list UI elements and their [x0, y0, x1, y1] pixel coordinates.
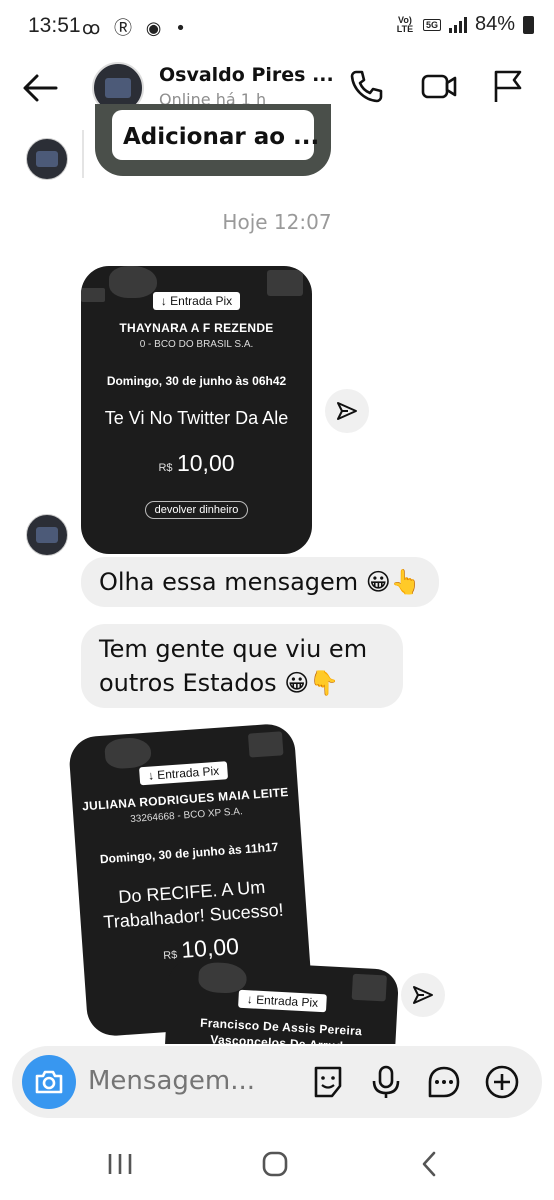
send-icon — [337, 402, 357, 420]
sticker-icon[interactable] — [310, 1064, 346, 1100]
payer-name: THAYNARA A F REZENDE — [119, 321, 274, 335]
video-call-icon[interactable] — [421, 68, 457, 104]
recent-apps-icon[interactable] — [98, 1146, 142, 1182]
camera-icon — [35, 1070, 63, 1094]
message-bubble[interactable]: Olha essa mensagem 😀👆 — [81, 557, 439, 607]
payer-bank: 0 - BCO DO BRASIL S.A. — [139, 339, 254, 350]
battery-percent: 84% — [474, 13, 515, 35]
sender-avatar[interactable] — [26, 514, 68, 556]
home-icon[interactable] — [253, 1146, 297, 1182]
flag-icon[interactable] — [490, 68, 526, 104]
message-bubble[interactable]: Tem gente que viu em outros Estados 😀👇 — [81, 624, 403, 708]
date-separator: Hoje 12:07 — [222, 210, 332, 234]
phone-icon[interactable] — [348, 68, 384, 104]
network-5g-icon: 5G — [422, 18, 441, 31]
share-button[interactable] — [325, 389, 369, 433]
pix-tag: ↓ Entrada Pix — [238, 989, 327, 1013]
message-input[interactable] — [88, 1066, 278, 1096]
battery-icon — [523, 15, 534, 34]
add-icon[interactable] — [484, 1064, 520, 1100]
pix-tag: ↓ Entrada Pix — [139, 761, 228, 786]
chat-bubble-icon[interactable] — [426, 1064, 462, 1100]
contact-name[interactable]: Osvaldo Pires ... — [159, 64, 334, 86]
currency-symbol: R$ — [158, 462, 173, 474]
share-button[interactable] — [401, 973, 445, 1017]
status-right: Vo) LTE 5G 84% — [395, 13, 534, 36]
payment-amount: 10,00 — [176, 450, 235, 476]
status-bar: 13:51 ꝏ Ⓡ ◉ • Vo) LTE 5G 84% — [0, 0, 554, 56]
piggy-decoration — [104, 736, 152, 770]
message-text-line: outros Estados 😀👇 — [99, 669, 340, 697]
shared-post-label: Adicionar ao ... — [123, 124, 320, 150]
volte-icon: Vo) LTE — [396, 14, 414, 34]
return-money-button: devolver dinheiro — [144, 501, 249, 519]
payment-date: Domingo, 30 de junho às 11h17 — [99, 839, 279, 867]
send-icon — [413, 986, 433, 1004]
sender-avatar[interactable] — [26, 138, 68, 180]
notification-icons: ꝏ Ⓡ ◉ • — [82, 18, 190, 39]
reply-line — [82, 130, 84, 178]
payment-message: Te Vi No Twitter Da Ale — [104, 408, 289, 428]
pix-tag: ↓ Entrada Pix — [152, 292, 241, 310]
nav-back-icon[interactable] — [408, 1146, 452, 1182]
message-text: Olha essa mensagem 😀👆 — [99, 568, 421, 596]
message-text-line: Tem gente que viu em — [99, 635, 368, 663]
camera-button[interactable] — [22, 1055, 76, 1109]
pix-receipt-image-1[interactable]: ↓ Entrada Pix THAYNARA A F REZENDE 0 - B… — [81, 266, 312, 554]
signal-icon — [448, 16, 467, 33]
status-time: 13:51 — [28, 14, 81, 37]
wallet-decoration — [247, 731, 284, 758]
microphone-icon[interactable] — [368, 1064, 404, 1100]
currency-symbol: R$ — [162, 949, 178, 963]
payment-date: Domingo, 30 de junho às 06h42 — [106, 374, 287, 388]
back-arrow-icon[interactable] — [20, 70, 60, 106]
